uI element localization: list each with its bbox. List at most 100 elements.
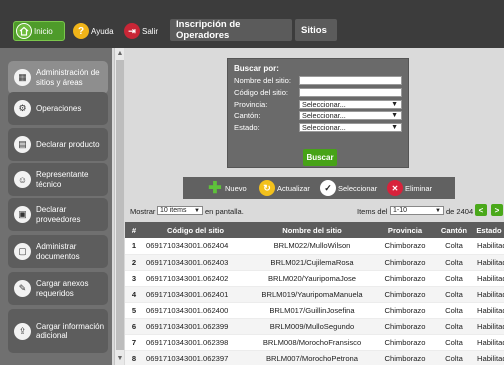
status-cell: Habilitado	[474, 318, 504, 335]
nuevo-button[interactable]: ✚ Nuevo	[207, 177, 247, 199]
action-toolbar: ✚ Nuevo ↻ Actualizar ✓ Seleccionar ✕ Eli…	[183, 177, 455, 199]
province-select-value: Seleccionar...	[302, 100, 346, 109]
ayuda-button[interactable]: ? Ayuda	[73, 21, 129, 41]
sidebar-scrollbar[interactable]: ▲ ▼	[114, 48, 124, 365]
column-header[interactable]: Código del sitio	[143, 222, 248, 238]
column-header[interactable]: Nombre del sitio	[248, 222, 376, 238]
canton-select[interactable]: Seleccionar... ▼	[299, 111, 402, 120]
site-name-cell: BRLM019/YauripomaManuela	[248, 286, 376, 303]
sidebar-item-administracion-sitios[interactable]: ▦ Administración de sitios y áreas	[8, 61, 108, 94]
column-header[interactable]: Provincia	[376, 222, 434, 238]
status-cell: Habilitado	[474, 238, 504, 255]
sidebar-item-declarar-proveedores[interactable]: ▣ Declarar proveedores	[8, 198, 108, 231]
prev-page-icon: <	[478, 205, 484, 215]
row-number: 7	[125, 334, 143, 351]
table-row[interactable]: 7 0691710343001.062398 BRLM008/MorochoFr…	[125, 334, 504, 351]
site-name-cell: BRLM007/MorochoPetrona	[248, 350, 376, 365]
sidebar-item-administrar-documentos[interactable]: ▢ Administrar documentos	[8, 235, 108, 268]
site-code-cell: 0691710343001.062403	[143, 254, 248, 271]
site-code-label: Código del sitio:	[234, 88, 289, 97]
province-cell: Chimborazo	[376, 350, 434, 365]
actualizar-label: Actualizar	[277, 183, 310, 193]
refresh-icon: ↻	[259, 180, 275, 196]
site-name-cell: BRLM020/YauripomaJose	[248, 270, 376, 287]
table-row[interactable]: 5 0691710343001.062400 BRLM017/GuillinJo…	[125, 302, 504, 319]
sidebar-item-cargar-anexos[interactable]: ✎ Cargar anexos requeridos	[8, 272, 108, 305]
tab-sitios[interactable]: Sitios	[295, 19, 337, 41]
items-per-page-select[interactable]: 10 items ▼	[157, 206, 203, 215]
tab-label: Sitios	[301, 24, 327, 36]
province-label: Provincia:	[234, 100, 268, 109]
column-header[interactable]: Estado	[474, 222, 504, 238]
table-row[interactable]: 3 0691710343001.062402 BRLM020/Yauripoma…	[125, 270, 504, 287]
canton-cell: Colta	[434, 238, 474, 255]
province-select[interactable]: Seleccionar... ▼	[299, 100, 402, 109]
row-number: 3	[125, 270, 143, 287]
gear-icon: ⚙	[14, 100, 31, 117]
tab-inscripcion-operadores[interactable]: Inscripción de Operadores	[170, 19, 292, 41]
site-code-cell: 0691710343001.062401	[143, 286, 248, 303]
sidebar-item-label: Operaciones	[36, 103, 82, 113]
site-name-input[interactable]	[299, 76, 402, 85]
actualizar-button[interactable]: ↻ Actualizar	[259, 177, 310, 199]
file-icon: ▢	[14, 243, 31, 260]
sidebar-item-label: Cargar anexos requeridos	[36, 279, 89, 298]
sidebar-item-cargar-informacion[interactable]: ⇪ Cargar información adicional	[8, 309, 108, 353]
table-row[interactable]: 8 0691710343001.062397 BRLM007/MorochoPe…	[125, 350, 504, 365]
en-pantalla-label: en pantalla.	[205, 207, 244, 216]
table-row[interactable]: 6 0691710343001.062399 BRLM009/MulloSegu…	[125, 318, 504, 335]
home-icon	[16, 23, 32, 39]
column-header[interactable]: #	[125, 222, 143, 238]
canton-cell: Colta	[434, 270, 474, 287]
sidebar-item-declarar-producto[interactable]: ▤ Declarar producto	[8, 128, 108, 161]
table-row[interactable]: 2 0691710343001.062403 BRLM021/CujilemaR…	[125, 254, 504, 271]
status-label: Estado:	[234, 123, 260, 132]
site-name-cell: BRLM008/MorochoFransisco	[248, 334, 376, 351]
chevron-down-icon: ▼	[194, 208, 200, 214]
table-row[interactable]: 1 0691710343001.062404 BRLM022/MulloWils…	[125, 238, 504, 255]
status-cell: Habilitado	[474, 350, 504, 365]
scroll-up-icon[interactable]: ▲	[116, 50, 124, 58]
row-number: 4	[125, 286, 143, 303]
canton-cell: Colta	[434, 334, 474, 351]
province-cell: Chimborazo	[376, 286, 434, 303]
sidebar-item-representante-tecnico[interactable]: ☺ Representante técnico	[8, 163, 108, 196]
scrollbar-thumb[interactable]	[116, 60, 124, 350]
inicio-button[interactable]: Inicio	[13, 21, 65, 41]
search-button-label: Buscar	[306, 153, 334, 162]
prev-page-button[interactable]: <	[475, 204, 487, 216]
sidebar-item-operaciones[interactable]: ⚙ Operaciones	[8, 92, 108, 125]
exit-icon: ⇥	[124, 23, 140, 39]
row-number: 5	[125, 302, 143, 319]
page-range-select[interactable]: 1-10 ▼	[390, 206, 444, 215]
document-icon: ▣	[14, 206, 31, 223]
site-code-input[interactable]	[299, 88, 402, 97]
nuevo-label: Nuevo	[225, 183, 247, 193]
person-icon: ☺	[14, 171, 31, 188]
site-code-cell: 0691710343001.062397	[143, 350, 248, 365]
chevron-down-icon: ▼	[391, 101, 398, 108]
table-row[interactable]: 4 0691710343001.062401 BRLM019/Yauripoma…	[125, 286, 504, 303]
total-items-label: de 2404	[446, 207, 474, 216]
search-button[interactable]: Buscar	[303, 149, 337, 166]
row-number: 8	[125, 350, 143, 365]
status-select[interactable]: Seleccionar... ▼	[299, 123, 402, 132]
canton-select-value: Seleccionar...	[302, 111, 346, 120]
next-page-button[interactable]: >	[491, 204, 503, 216]
status-cell: Habilitado	[474, 334, 504, 351]
seleccionar-button[interactable]: ✓ Seleccionar	[320, 177, 377, 199]
canton-cell: Colta	[434, 350, 474, 365]
salir-button[interactable]: ⇥ Salir	[124, 21, 164, 41]
site-name-cell: BRLM017/GuillinJosefina	[248, 302, 376, 319]
eliminar-button[interactable]: ✕ Eliminar	[387, 177, 432, 199]
scroll-down-icon[interactable]: ▼	[116, 355, 124, 363]
upload-icon: ⇪	[14, 322, 31, 340]
plus-icon: ✚	[208, 180, 222, 197]
sidebar-item-label: Representante técnico	[36, 170, 89, 189]
page-range-value: 1-10	[393, 207, 408, 214]
sidebar-item-label: Administrar documentos	[36, 242, 80, 261]
main-content: Buscar por: Nombre del sitio: Código del…	[125, 48, 504, 365]
column-header[interactable]: Cantón	[434, 222, 474, 238]
status-select-value: Seleccionar...	[302, 123, 346, 132]
canton-label: Cantón:	[234, 111, 261, 120]
